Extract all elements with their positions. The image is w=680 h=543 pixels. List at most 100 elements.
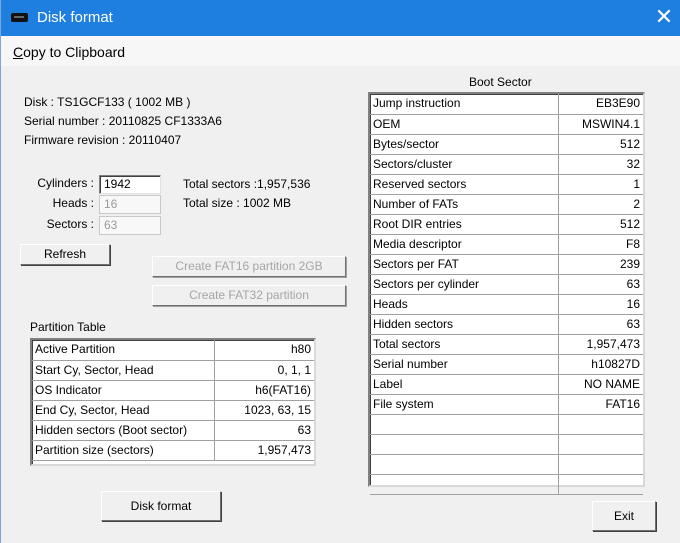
- table-row: OEM MSWIN4.1: [370, 114, 643, 135]
- partition-value-cell: 1023, 63, 15: [214, 400, 314, 421]
- cylinders-input[interactable]: 1942: [99, 175, 161, 194]
- boot-value-cell: [558, 474, 643, 495]
- boot-value-cell: [558, 434, 643, 455]
- close-icon[interactable]: ✕: [647, 0, 680, 36]
- boot-label-cell: Reserved sectors: [370, 174, 559, 195]
- table-row: [370, 414, 643, 435]
- menu-copy-to-clipboard[interactable]: Copy to Clipboard: [13, 44, 125, 60]
- table-row: Total sectors 1,957,473: [370, 334, 643, 355]
- table-row: Reserved sectors 1: [370, 174, 643, 195]
- drive-icon: [11, 13, 28, 22]
- partition-value-cell: 1,957,473: [214, 440, 314, 461]
- heads-label: Heads :: [52, 196, 94, 210]
- boot-value-cell: EB3E90: [558, 94, 643, 115]
- table-row: Sectors per cylinder 63: [370, 274, 643, 295]
- table-row: Label NO NAME: [370, 374, 643, 395]
- table-row: Sectors/cluster 32: [370, 154, 643, 175]
- table-row: Media descriptor F8: [370, 234, 643, 255]
- boot-label-cell: Root DIR entries: [370, 214, 559, 235]
- table-row: Jump instruction EB3E90: [370, 94, 643, 115]
- serial-number-label: Serial number : 20110825 CF1333A6: [24, 114, 222, 128]
- firmware-revision-label: Firmware revision : 20110407: [24, 133, 182, 147]
- table-row: [370, 474, 643, 495]
- boot-value-cell: 32: [558, 154, 643, 175]
- boot-label-cell: Total sectors: [370, 334, 559, 355]
- table-row: Sectors per FAT 239: [370, 254, 643, 275]
- boot-label-cell: Serial number: [370, 354, 559, 375]
- boot-label-cell: Bytes/sector: [370, 134, 559, 155]
- boot-label-cell: [370, 434, 559, 455]
- boot-value-cell: 16: [558, 294, 643, 315]
- boot-value-cell: 2: [558, 194, 643, 215]
- boot-value-cell: FAT16: [558, 394, 643, 415]
- boot-label-cell: Jump instruction: [370, 94, 559, 115]
- boot-value-cell: h10827D: [558, 354, 643, 375]
- table-row: OS Indicator h6(FAT16): [32, 380, 314, 401]
- table-row: Hidden sectors (Boot sector) 63: [32, 420, 314, 441]
- disk-format-window: Disk format ✕ Copy to Clipboard Disk : T…: [0, 0, 680, 543]
- boot-sector-title: Boot Sector: [469, 75, 532, 89]
- table-row: Root DIR entries 512: [370, 214, 643, 235]
- refresh-button[interactable]: Refresh: [20, 244, 110, 265]
- boot-value-cell: 512: [558, 214, 643, 235]
- boot-label-cell: Hidden sectors: [370, 314, 559, 335]
- sectors-input: 63: [99, 216, 161, 235]
- create-fat16-partition-button: Create FAT16 partition 2GB: [152, 256, 346, 277]
- boot-label-cell: OEM: [370, 114, 559, 135]
- boot-sector-table[interactable]: Jump instruction EB3E90 OEM MSWIN4.1 Bytes…: [368, 92, 645, 495]
- total-sectors-label: Total sectors :1,957,536: [183, 177, 311, 191]
- boot-value-cell: 512: [558, 134, 643, 155]
- table-row: Number of FATs 2: [370, 194, 643, 215]
- boot-label-cell: Number of FATs: [370, 194, 559, 215]
- disk-label: Disk : TS1GCF133 ( 1002 MB ): [24, 95, 191, 109]
- menu-bar: Copy to Clipboard: [1, 36, 680, 66]
- boot-label-cell: [370, 474, 559, 495]
- boot-value-cell: 63: [558, 274, 643, 295]
- disk-format-button[interactable]: Disk format: [101, 491, 221, 521]
- exit-button[interactable]: Exit: [592, 501, 656, 531]
- boot-value-cell: NO NAME: [558, 374, 643, 395]
- heads-input: 16: [99, 195, 161, 214]
- boot-value-cell: [558, 414, 643, 435]
- table-row: Heads 16: [370, 294, 643, 315]
- partition-value-cell: 63: [214, 420, 314, 441]
- cylinders-label: Cylinders :: [37, 176, 94, 190]
- boot-label-cell: [370, 414, 559, 435]
- title-bar[interactable]: Disk format ✕: [1, 0, 680, 36]
- partition-value-cell: h6(FAT16): [214, 380, 314, 401]
- boot-label-cell: Media descriptor: [370, 234, 559, 255]
- sectors-label: Sectors :: [46, 217, 94, 231]
- table-row: Hidden sectors 63: [370, 314, 643, 335]
- boot-value-cell: [558, 454, 643, 475]
- window-title: Disk format: [37, 9, 113, 26]
- table-row: Start Cy, Sector, Head 0, 1, 1: [32, 360, 314, 381]
- table-row: [370, 434, 643, 455]
- create-fat32-partition-button: Create FAT32 partition: [152, 285, 346, 306]
- partition-label-cell: Active Partition: [32, 340, 215, 361]
- boot-label-cell: [370, 454, 559, 475]
- boot-value-cell: MSWIN4.1: [558, 114, 643, 135]
- boot-label-cell: Label: [370, 374, 559, 395]
- table-row: Serial number h10827D: [370, 354, 643, 375]
- table-row: File system FAT16: [370, 394, 643, 415]
- partition-table[interactable]: Active Partition h80 Start Cy, Sector, He…: [30, 338, 316, 466]
- boot-label-cell: File system: [370, 394, 559, 415]
- table-row: Bytes/sector 512: [370, 134, 643, 155]
- boot-label-cell: Sectors/cluster: [370, 154, 559, 175]
- partition-value-cell: h80: [214, 340, 314, 361]
- boot-label-cell: Sectors per FAT: [370, 254, 559, 275]
- table-row: Partition size (sectors) 1,957,473: [32, 440, 314, 461]
- total-size-label: Total size : 1002 MB: [183, 196, 292, 210]
- table-row: Active Partition h80: [32, 340, 314, 361]
- partition-label-cell: Partition size (sectors): [32, 440, 215, 461]
- boot-label-cell: Heads: [370, 294, 559, 315]
- partition-label-cell: End Cy, Sector, Head: [32, 400, 215, 421]
- partition-label-cell: Hidden sectors (Boot sector): [32, 420, 215, 441]
- boot-value-cell: 1,957,473: [558, 334, 643, 355]
- partition-label-cell: OS Indicator: [32, 380, 215, 401]
- partition-value-cell: 0, 1, 1: [214, 360, 314, 381]
- boot-value-cell: F8: [558, 234, 643, 255]
- boot-value-cell: 239: [558, 254, 643, 275]
- table-row: End Cy, Sector, Head 1023, 63, 15: [32, 400, 314, 421]
- boot-value-cell: 63: [558, 314, 643, 335]
